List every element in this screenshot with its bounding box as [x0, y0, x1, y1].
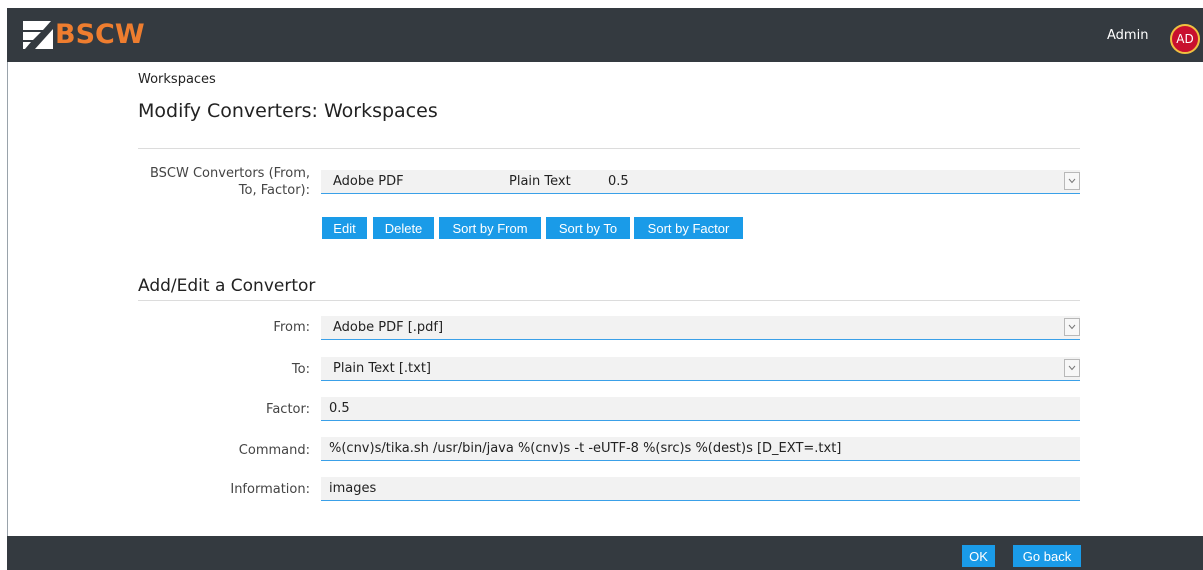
command-label: Command: [238, 443, 310, 458]
information-value: images [329, 481, 377, 496]
factor-input[interactable]: 0.5 [321, 397, 1080, 421]
sort-by-to-button[interactable]: Sort by To [546, 217, 630, 239]
to-value: Plain Text [.txt] [333, 361, 431, 376]
logo-text: BSCW [55, 19, 145, 50]
go-back-button[interactable]: Go back [1013, 545, 1081, 567]
from-value: Adobe PDF [.pdf] [333, 320, 444, 335]
factor-label: Factor: [266, 402, 310, 417]
information-label: Information: [230, 482, 310, 497]
converter-to: Plain Text [509, 174, 571, 189]
from-select[interactable]: Adobe PDF [.pdf] [321, 316, 1080, 340]
chevron-down-icon[interactable] [1064, 359, 1080, 377]
divider [138, 148, 1080, 149]
from-label: From: [273, 320, 310, 335]
factor-value: 0.5 [329, 401, 350, 416]
converter-from: Adobe PDF [333, 174, 404, 189]
bscw-logo-icon [23, 21, 53, 49]
converters-label-line1: BSCW Convertors (From, [149, 166, 310, 181]
top-bar: BSCW Admin AD [7, 8, 1203, 62]
delete-button[interactable]: Delete [373, 217, 434, 239]
chevron-down-icon[interactable] [1064, 172, 1080, 190]
to-select[interactable]: Plain Text [.txt] [321, 357, 1080, 381]
user-name[interactable]: Admin [1107, 28, 1148, 43]
page-title: Modify Converters: Workspaces [138, 100, 438, 122]
footer-bar: OK Go back [7, 536, 1203, 570]
command-value: %(cnv)s/tika.sh /usr/bin/java %(cnv)s -t… [329, 441, 842, 456]
avatar-initials: AD [1176, 32, 1194, 46]
converters-select[interactable]: Adobe PDF Plain Text 0.5 [321, 170, 1080, 194]
command-input[interactable]: %(cnv)s/tika.sh /usr/bin/java %(cnv)s -t… [321, 437, 1080, 461]
edit-button[interactable]: Edit [322, 217, 367, 239]
sort-by-from-button[interactable]: Sort by From [439, 217, 541, 239]
left-border [7, 62, 8, 536]
converters-label: BSCW Convertors (From, To, Factor): [140, 165, 310, 199]
sort-by-factor-button[interactable]: Sort by Factor [634, 217, 743, 239]
converters-label-line2: To, Factor): [238, 183, 310, 198]
chevron-down-icon[interactable] [1064, 318, 1080, 336]
avatar[interactable]: AD [1170, 24, 1200, 54]
divider [138, 300, 1080, 301]
converter-factor: 0.5 [608, 174, 629, 189]
bscw-logo[interactable]: BSCW [23, 21, 145, 49]
breadcrumb[interactable]: Workspaces [138, 72, 216, 87]
information-input[interactable]: images [321, 477, 1080, 501]
ok-button[interactable]: OK [962, 545, 995, 567]
to-label: To: [291, 362, 310, 377]
section-title: Add/Edit a Convertor [138, 276, 316, 296]
